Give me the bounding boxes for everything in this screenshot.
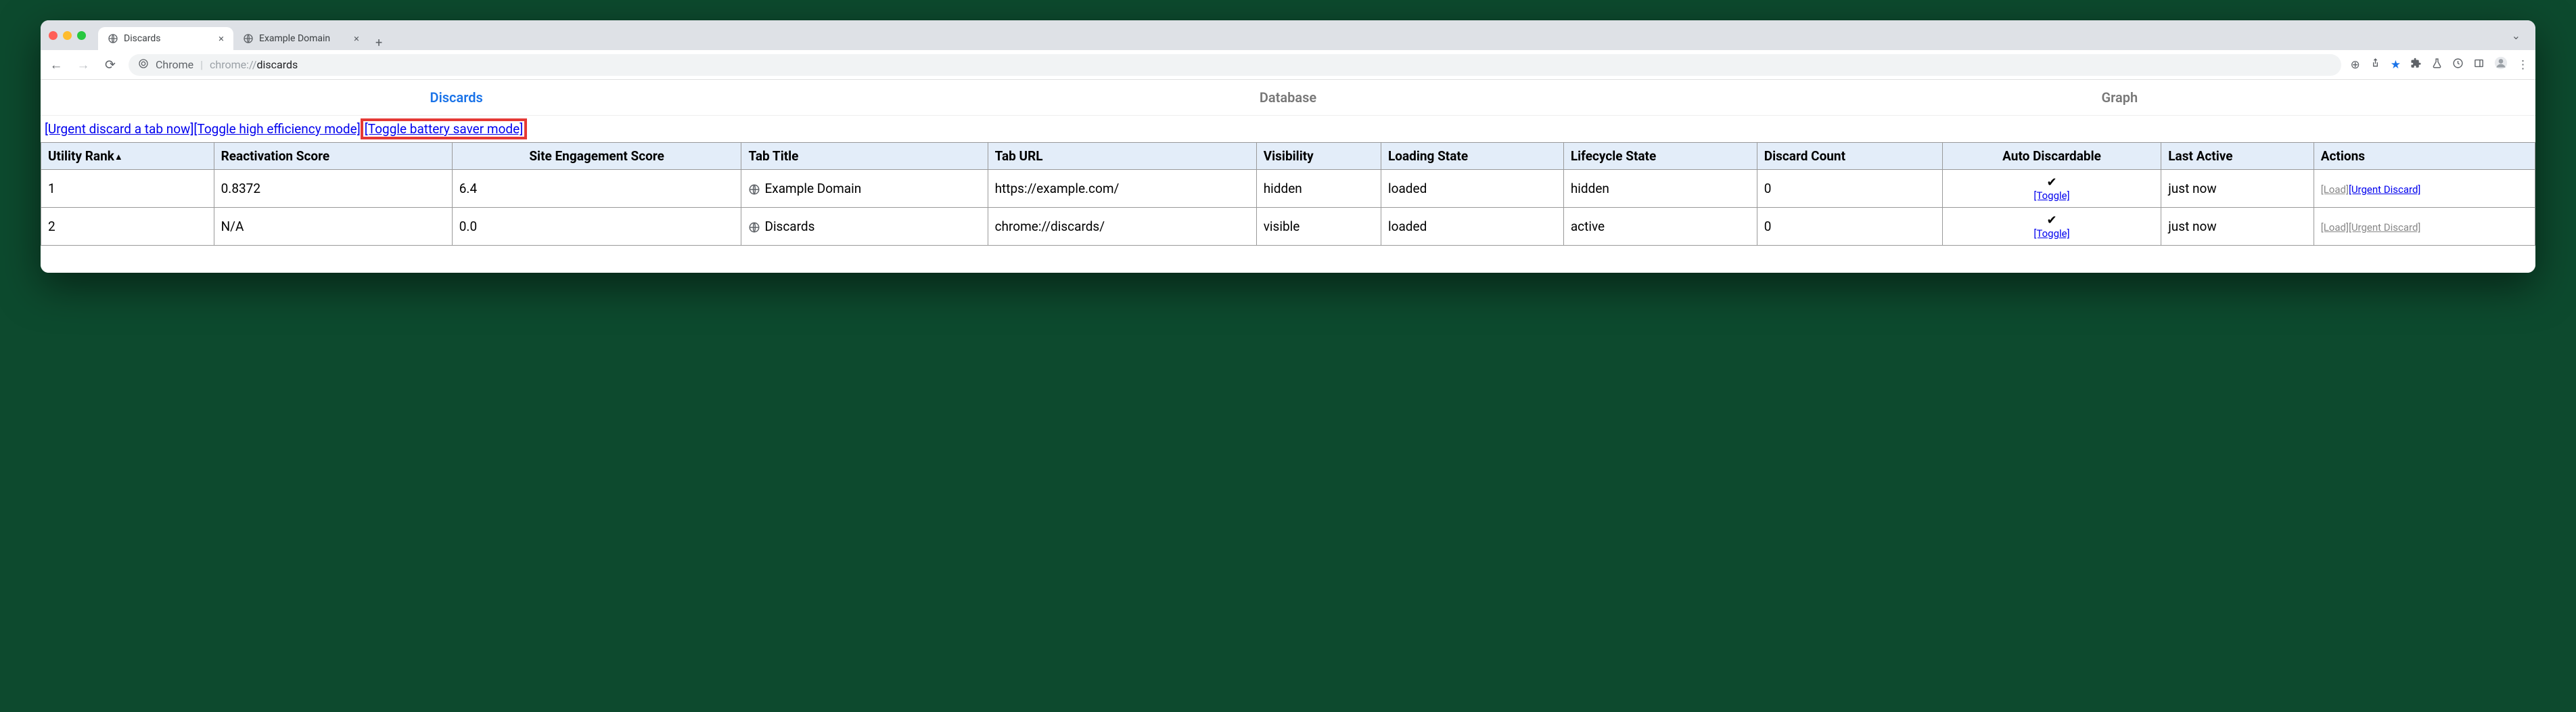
load-link[interactable]: [Load] bbox=[2321, 221, 2349, 233]
col-actions[interactable]: Actions bbox=[2314, 143, 2535, 170]
toggle-high-efficiency-link[interactable]: [Toggle high efficiency mode] bbox=[193, 121, 360, 137]
cell-actions: [Load][Urgent Discard] bbox=[2314, 170, 2535, 208]
col-loading[interactable]: Loading State bbox=[1381, 143, 1563, 170]
cell-visibility: visible bbox=[1256, 208, 1381, 246]
browser-tab-example[interactable]: Example Domain × bbox=[233, 27, 369, 50]
cell-auto-discardable: ✔[Toggle] bbox=[1942, 170, 2161, 208]
cell-discard-count: 0 bbox=[1757, 208, 1942, 246]
cell-reactivation: N/A bbox=[214, 208, 452, 246]
tab-title: Example Domain bbox=[259, 33, 330, 44]
window-close-button[interactable] bbox=[49, 31, 58, 40]
check-icon: ✔ bbox=[1950, 175, 2154, 190]
cell-loading: loaded bbox=[1381, 208, 1563, 246]
globe-icon bbox=[748, 183, 760, 196]
tab-database[interactable]: Database bbox=[872, 80, 1703, 115]
reload-button[interactable]: ⟳ bbox=[101, 57, 119, 72]
cell-actions: [Load][Urgent Discard] bbox=[2314, 208, 2535, 246]
cell-last-active: just now bbox=[2161, 208, 2314, 246]
new-tab-button[interactable]: + bbox=[369, 36, 389, 50]
browser-tab-discards[interactable]: Discards × bbox=[98, 27, 233, 50]
globe-icon bbox=[748, 221, 760, 233]
tab-graph[interactable]: Graph bbox=[1704, 80, 2535, 115]
notifications-icon[interactable] bbox=[2452, 58, 2464, 72]
url-text: chrome://discards bbox=[210, 58, 298, 71]
close-icon[interactable]: × bbox=[354, 32, 359, 45]
urgent-discard-link[interactable]: [Urgent discard a tab now] bbox=[45, 121, 193, 137]
labs-icon[interactable] bbox=[2431, 58, 2443, 72]
address-bar[interactable]: Chrome | chrome://discards bbox=[129, 54, 2341, 76]
titlebar: Discards × Example Domain × + ⌄ bbox=[41, 20, 2535, 50]
cell-loading: loaded bbox=[1381, 170, 1563, 208]
tab-strip: Discards × Example Domain × + bbox=[98, 20, 2500, 50]
col-lifecycle[interactable]: Lifecycle State bbox=[1563, 143, 1757, 170]
toggle-link[interactable]: [Toggle] bbox=[1950, 227, 2154, 240]
close-icon[interactable]: × bbox=[218, 32, 224, 45]
check-icon: ✔ bbox=[1950, 213, 2154, 227]
zoom-icon[interactable]: ⊕ bbox=[2351, 58, 2360, 72]
menu-icon[interactable]: ⋮ bbox=[2517, 58, 2529, 72]
extensions-icon[interactable] bbox=[2410, 58, 2422, 72]
cell-rank: 1 bbox=[41, 170, 214, 208]
cell-visibility: hidden bbox=[1256, 170, 1381, 208]
back-button[interactable]: ← bbox=[47, 57, 65, 73]
col-visibility[interactable]: Visibility bbox=[1256, 143, 1381, 170]
cell-url: chrome://discards/ bbox=[988, 208, 1256, 246]
forward-button[interactable]: → bbox=[74, 57, 92, 73]
cell-title: Example Domain bbox=[741, 170, 988, 208]
cell-lifecycle: hidden bbox=[1563, 170, 1757, 208]
urgent-discard-link[interactable]: [Urgent Discard] bbox=[2349, 221, 2420, 233]
highlight-box: [Toggle battery saver mode] bbox=[361, 118, 528, 139]
chrome-icon bbox=[138, 58, 149, 72]
browser-window: Discards × Example Domain × + ⌄ ← → ⟳ Ch… bbox=[41, 20, 2535, 273]
col-last-active[interactable]: Last Active bbox=[2161, 143, 2314, 170]
tab-discards[interactable]: Discards bbox=[41, 80, 872, 115]
tab-title: Discards bbox=[124, 33, 161, 44]
col-tab-url[interactable]: Tab URL bbox=[988, 143, 1256, 170]
cell-engagement: 0.0 bbox=[452, 208, 741, 246]
divider: | bbox=[200, 58, 203, 71]
cell-last-active: just now bbox=[2161, 170, 2314, 208]
site-label: Chrome bbox=[156, 58, 193, 71]
toggle-link[interactable]: [Toggle] bbox=[1950, 190, 2154, 202]
urgent-discard-link[interactable]: [Urgent Discard] bbox=[2349, 183, 2420, 196]
cell-lifecycle: active bbox=[1563, 208, 1757, 246]
load-link[interactable]: [Load] bbox=[2321, 183, 2349, 196]
col-discard-count[interactable]: Discard Count bbox=[1757, 143, 1942, 170]
globe-icon bbox=[243, 33, 254, 44]
toolbar: ← → ⟳ Chrome | chrome://discards ⊕ ★ bbox=[41, 50, 2535, 80]
sub-tabs: Discards Database Graph bbox=[41, 80, 2535, 116]
share-icon[interactable] bbox=[2370, 58, 2381, 72]
table-row: 10.83726.4Example Domainhttps://example.… bbox=[41, 170, 2535, 208]
col-auto-discardable[interactable]: Auto Discardable bbox=[1942, 143, 2161, 170]
cell-auto-discardable: ✔[Toggle] bbox=[1942, 208, 2161, 246]
cell-discard-count: 0 bbox=[1757, 170, 1942, 208]
cell-url: https://example.com/ bbox=[988, 170, 1256, 208]
chevron-down-icon[interactable]: ⌄ bbox=[2505, 29, 2527, 42]
window-controls bbox=[49, 31, 86, 40]
globe-icon bbox=[108, 33, 118, 44]
col-tab-title[interactable]: Tab Title bbox=[741, 143, 988, 170]
table-row: 2N/A0.0Discardschrome://discards/visible… bbox=[41, 208, 2535, 246]
profile-avatar[interactable] bbox=[2494, 56, 2508, 73]
col-utility-rank[interactable]: Utility Rank▲ bbox=[41, 143, 214, 170]
cell-reactivation: 0.8372 bbox=[214, 170, 452, 208]
sort-asc-icon: ▲ bbox=[114, 152, 123, 162]
cell-rank: 2 bbox=[41, 208, 214, 246]
action-links-row: [Urgent discard a tab now][Toggle high e… bbox=[41, 116, 2535, 142]
side-panel-icon[interactable] bbox=[2473, 58, 2485, 72]
col-reactivation[interactable]: Reactivation Score bbox=[214, 143, 452, 170]
col-site-engagement[interactable]: Site Engagement Score bbox=[452, 143, 741, 170]
toggle-battery-saver-link[interactable]: [Toggle battery saver mode] bbox=[365, 121, 524, 137]
cell-engagement: 6.4 bbox=[452, 170, 741, 208]
cell-title: Discards bbox=[741, 208, 988, 246]
bookmark-star-icon[interactable]: ★ bbox=[2391, 58, 2401, 72]
window-maximize-button[interactable] bbox=[77, 31, 86, 40]
window-minimize-button[interactable] bbox=[63, 31, 72, 40]
page-content: Discards Database Graph [Urgent discard … bbox=[41, 80, 2535, 273]
toolbar-actions: ⊕ ★ ⋮ bbox=[2351, 56, 2529, 73]
discards-table: Utility Rank▲ Reactivation Score Site En… bbox=[41, 142, 2535, 246]
